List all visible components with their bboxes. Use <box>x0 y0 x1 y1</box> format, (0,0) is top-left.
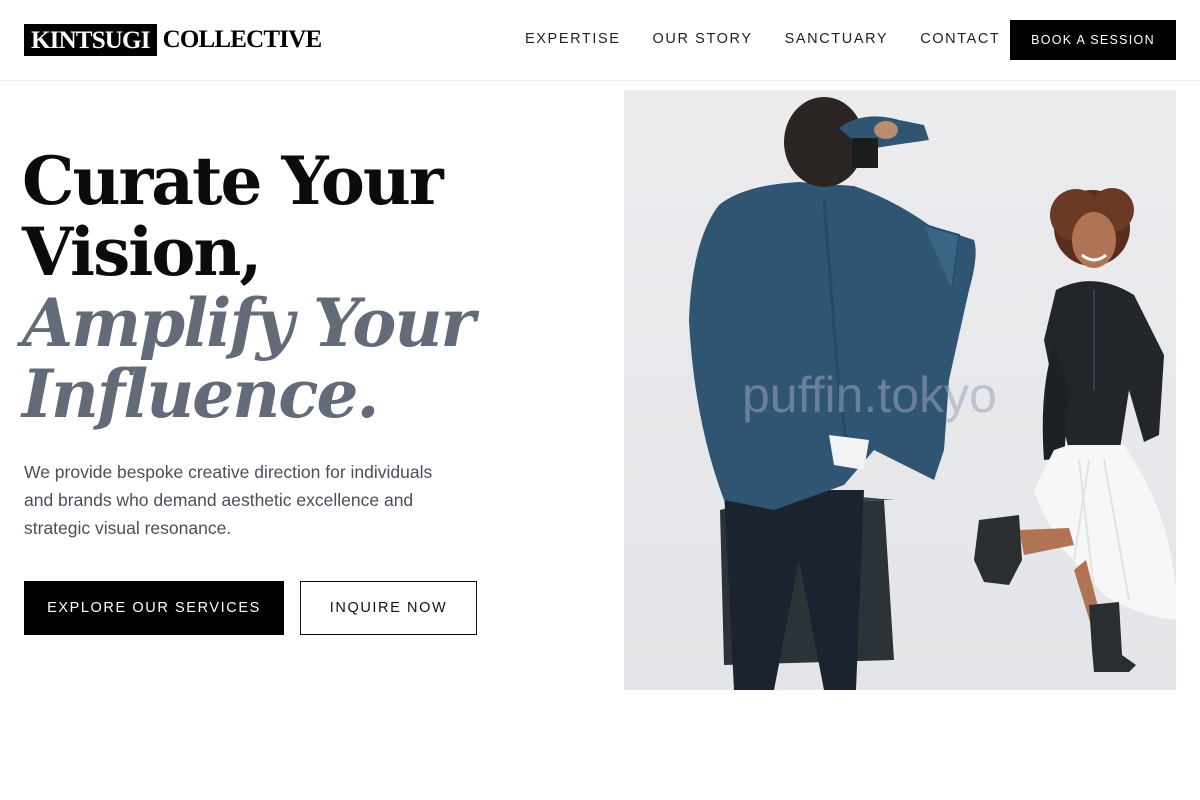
explore-services-button[interactable]: EXPLORE OUR SERVICES <box>24 581 284 635</box>
headline-line-2: Vision, <box>22 213 262 291</box>
hero-photo: puffin.tokyo <box>624 90 1176 690</box>
nav-link-our-story[interactable]: OUR STORY <box>653 30 753 48</box>
nav-link-contact[interactable]: CONTACT <box>920 30 1000 48</box>
hero-photo-illustration: puffin.tokyo <box>624 90 1176 690</box>
site-header: KINTSUGI COLLECTIVE EXPERTISE OUR STORY … <box>0 0 1200 81</box>
headline-accent-line-1: Amplify Your <box>22 284 475 362</box>
main-nav: EXPERTISE OUR STORY SANCTUARY CONTACT <box>525 30 1000 48</box>
nav-link-sanctuary[interactable]: SANCTUARY <box>785 30 889 48</box>
headline-line-1: Curate Your <box>22 142 444 220</box>
inquire-now-button[interactable]: INQUIRE NOW <box>300 581 477 635</box>
watermark-text: puffin.tokyo <box>742 367 997 423</box>
headline-accent-line-2: Influence. <box>22 355 379 433</box>
logo-text: COLLECTIVE <box>162 26 323 53</box>
hero-headline: Curate Your Vision, Amplify Your Influen… <box>22 146 582 430</box>
nav-link-expertise[interactable]: EXPERTISE <box>525 30 621 48</box>
book-session-button[interactable]: BOOK A SESSION <box>1010 20 1176 60</box>
hero-description: We provide bespoke creative direction fo… <box>24 462 433 538</box>
brand-logo[interactable]: KINTSUGI COLLECTIVE <box>24 24 323 56</box>
logo-box-text: KINTSUGI <box>24 24 157 56</box>
